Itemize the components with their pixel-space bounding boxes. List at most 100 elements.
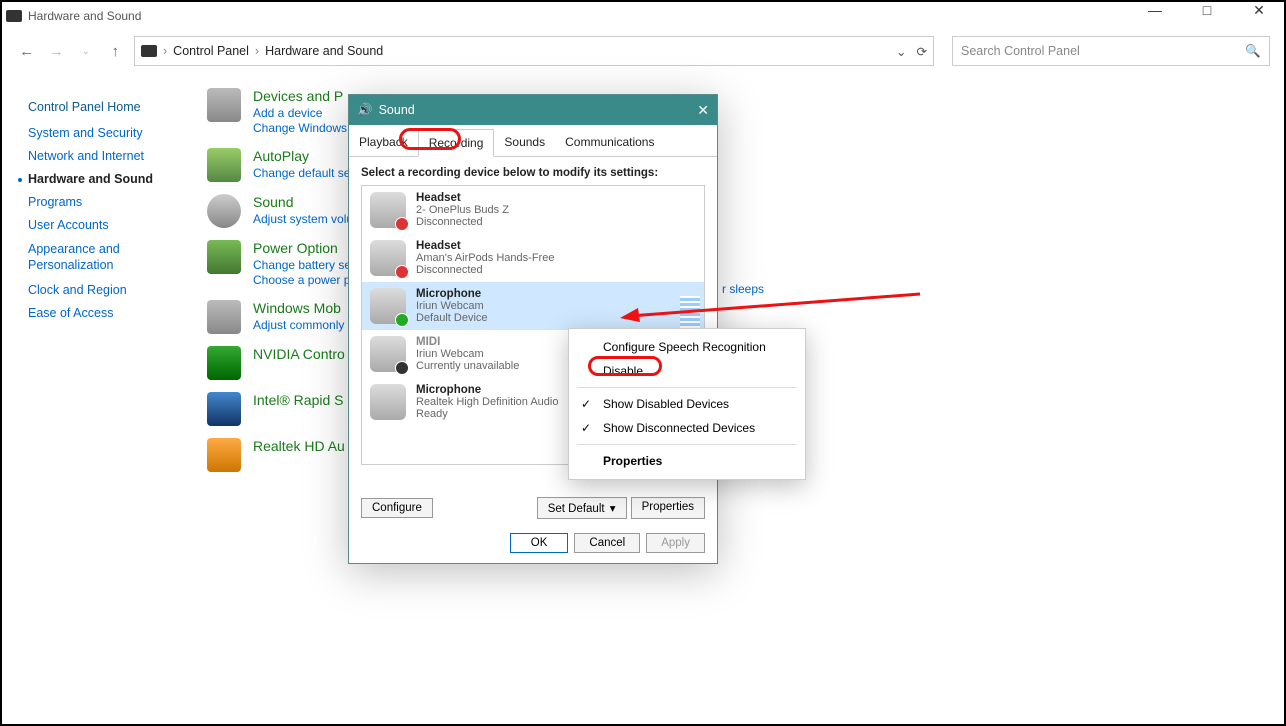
link-adjust-volume[interactable]: Adjust system volu xyxy=(253,212,353,226)
link-battery[interactable]: Change battery set xyxy=(253,258,354,272)
sidebar-item-hardware[interactable]: Hardware and Sound xyxy=(28,172,193,186)
ctx-show-disabled[interactable]: Show Disabled Devices xyxy=(569,392,805,416)
address-icon xyxy=(141,45,157,57)
annotation-oval-disable xyxy=(588,356,662,376)
mobility-icon xyxy=(207,300,241,334)
device-sub1: 2- OnePlus Buds Z xyxy=(416,204,509,216)
headset-icon xyxy=(370,240,406,276)
sidebar-item-system[interactable]: System and Security xyxy=(28,126,193,140)
cat-title[interactable]: Devices and P xyxy=(253,88,347,104)
sidebar-header[interactable]: Control Panel Home xyxy=(28,100,193,114)
chevron-down-icon[interactable]: ▾ xyxy=(610,503,616,515)
set-default-button[interactable]: Set Default ▾ xyxy=(537,497,627,519)
sound-icon xyxy=(207,194,241,228)
device-row[interactable]: Headset 2- OnePlus Buds Z Disconnected xyxy=(362,186,704,234)
search-box[interactable]: Search Control Panel 🔍 xyxy=(952,36,1270,66)
cat-title[interactable]: Power Option xyxy=(253,240,354,256)
device-sub1: Realtek High Definition Audio xyxy=(416,396,558,408)
headset-icon xyxy=(370,192,406,228)
sidebar-item-users[interactable]: User Accounts xyxy=(28,218,193,232)
printer-icon xyxy=(207,88,241,122)
link-add-device[interactable]: Add a device xyxy=(253,106,347,120)
cat-title[interactable]: Sound xyxy=(253,194,353,210)
context-menu: Configure Speech Recognition Disable Sho… xyxy=(568,328,806,480)
back-button[interactable]: ← xyxy=(16,43,38,60)
forward-button[interactable]: → xyxy=(46,43,68,60)
cat-title[interactable]: Intel® Rapid S xyxy=(253,392,343,408)
maximize-button[interactable]: □ xyxy=(1192,2,1222,19)
breadcrumb-root[interactable]: Control Panel xyxy=(173,44,249,58)
cat-title[interactable]: Windows Mob xyxy=(253,300,344,316)
cat-title[interactable]: AutoPlay xyxy=(253,148,354,164)
dialog-close-button[interactable]: ✕ xyxy=(697,102,709,119)
link-change-default[interactable]: Change default set xyxy=(253,166,354,180)
recent-dropdown[interactable]: ⌄ xyxy=(75,46,97,57)
device-title: Microphone xyxy=(416,384,558,396)
dialog-ok-row: OK Cancel Apply xyxy=(510,533,705,553)
search-icon: 🔍 xyxy=(1245,44,1261,59)
address-dropdown[interactable]: ⌄ xyxy=(896,44,906,59)
search-placeholder: Search Control Panel xyxy=(961,44,1080,58)
device-status: Currently unavailable xyxy=(416,360,519,372)
microphone-icon xyxy=(370,288,406,324)
up-button[interactable]: ↑ xyxy=(105,43,127,60)
dialog-action-row: Configure Set Default ▾ Properties xyxy=(361,497,705,519)
link-change-windows[interactable]: Change Windows xyxy=(253,121,347,135)
minimize-button[interactable]: — xyxy=(1140,2,1170,19)
device-row[interactable]: Headset Aman's AirPods Hands-Free Discon… xyxy=(362,234,704,282)
device-sub1: Aman's AirPods Hands-Free xyxy=(416,252,554,264)
link-adjust-common[interactable]: Adjust commonly xyxy=(253,318,344,332)
device-sub1: Iriun Webcam xyxy=(416,300,488,312)
device-title: MIDI xyxy=(416,336,519,348)
window-title: Hardware and Sound xyxy=(28,9,141,23)
nvidia-icon xyxy=(207,346,241,380)
ctx-properties[interactable]: Properties xyxy=(569,449,805,473)
sidebar-item-programs[interactable]: Programs xyxy=(28,195,193,209)
tab-sounds[interactable]: Sounds xyxy=(494,129,555,156)
nav-row: ← → ⌄ ↑ › Control Panel › Hardware and S… xyxy=(2,30,1284,72)
close-button[interactable]: ✕ xyxy=(1244,2,1274,19)
ctx-separator xyxy=(577,387,797,388)
cancel-button[interactable]: Cancel xyxy=(574,533,640,553)
device-sub1: Iriun Webcam xyxy=(416,348,519,360)
tab-communications[interactable]: Communications xyxy=(555,129,664,156)
app-icon xyxy=(6,10,22,22)
sidebar-item-ease[interactable]: Ease of Access xyxy=(28,306,193,320)
device-title: Headset xyxy=(416,240,554,252)
link-power-plan[interactable]: Choose a power pl xyxy=(253,273,354,287)
window-titlebar: Hardware and Sound xyxy=(2,2,1284,30)
power-icon xyxy=(207,240,241,274)
link-fragment-sleeps[interactable]: r sleeps xyxy=(722,282,764,296)
apply-button[interactable]: Apply xyxy=(646,533,705,553)
dialog-title: Sound xyxy=(379,103,415,117)
intel-icon xyxy=(207,392,241,426)
device-title: Microphone xyxy=(416,288,488,300)
properties-button[interactable]: Properties xyxy=(631,497,705,519)
window-controls: — □ ✕ xyxy=(1140,2,1274,19)
sidebar-item-clock[interactable]: Clock and Region xyxy=(28,283,193,297)
sidebar-item-appearance[interactable]: Appearance and Personalization xyxy=(28,241,193,274)
ctx-separator xyxy=(577,444,797,445)
device-status: Disconnected xyxy=(416,264,554,276)
refresh-button[interactable]: ⟳ xyxy=(917,44,927,59)
microphone-icon xyxy=(370,384,406,420)
sidebar-item-network[interactable]: Network and Internet xyxy=(28,149,193,163)
dialog-instruction: Select a recording device below to modif… xyxy=(349,157,717,185)
configure-button[interactable]: Configure xyxy=(361,498,433,518)
realtek-icon xyxy=(207,438,241,472)
cat-title[interactable]: NVIDIA Contro xyxy=(253,346,345,362)
device-status: Ready xyxy=(416,408,558,420)
midi-icon xyxy=(370,336,406,372)
ok-button[interactable]: OK xyxy=(510,533,569,553)
sidebar: Control Panel Home System and Security N… xyxy=(28,100,193,329)
device-title: Headset xyxy=(416,192,509,204)
device-status: Disconnected xyxy=(416,216,509,228)
address-bar[interactable]: › Control Panel › Hardware and Sound ⌄ ⟳ xyxy=(134,36,934,66)
breadcrumb-current[interactable]: Hardware and Sound xyxy=(265,44,383,58)
dialog-titlebar: 🔊Sound ✕ xyxy=(349,95,717,125)
autoplay-icon xyxy=(207,148,241,182)
device-row-selected[interactable]: Microphone Iriun Webcam Default Device xyxy=(362,282,704,330)
ctx-show-disconnected[interactable]: Show Disconnected Devices xyxy=(569,416,805,440)
cat-title[interactable]: Realtek HD Au xyxy=(253,438,345,454)
annotation-oval-recording xyxy=(399,128,461,150)
